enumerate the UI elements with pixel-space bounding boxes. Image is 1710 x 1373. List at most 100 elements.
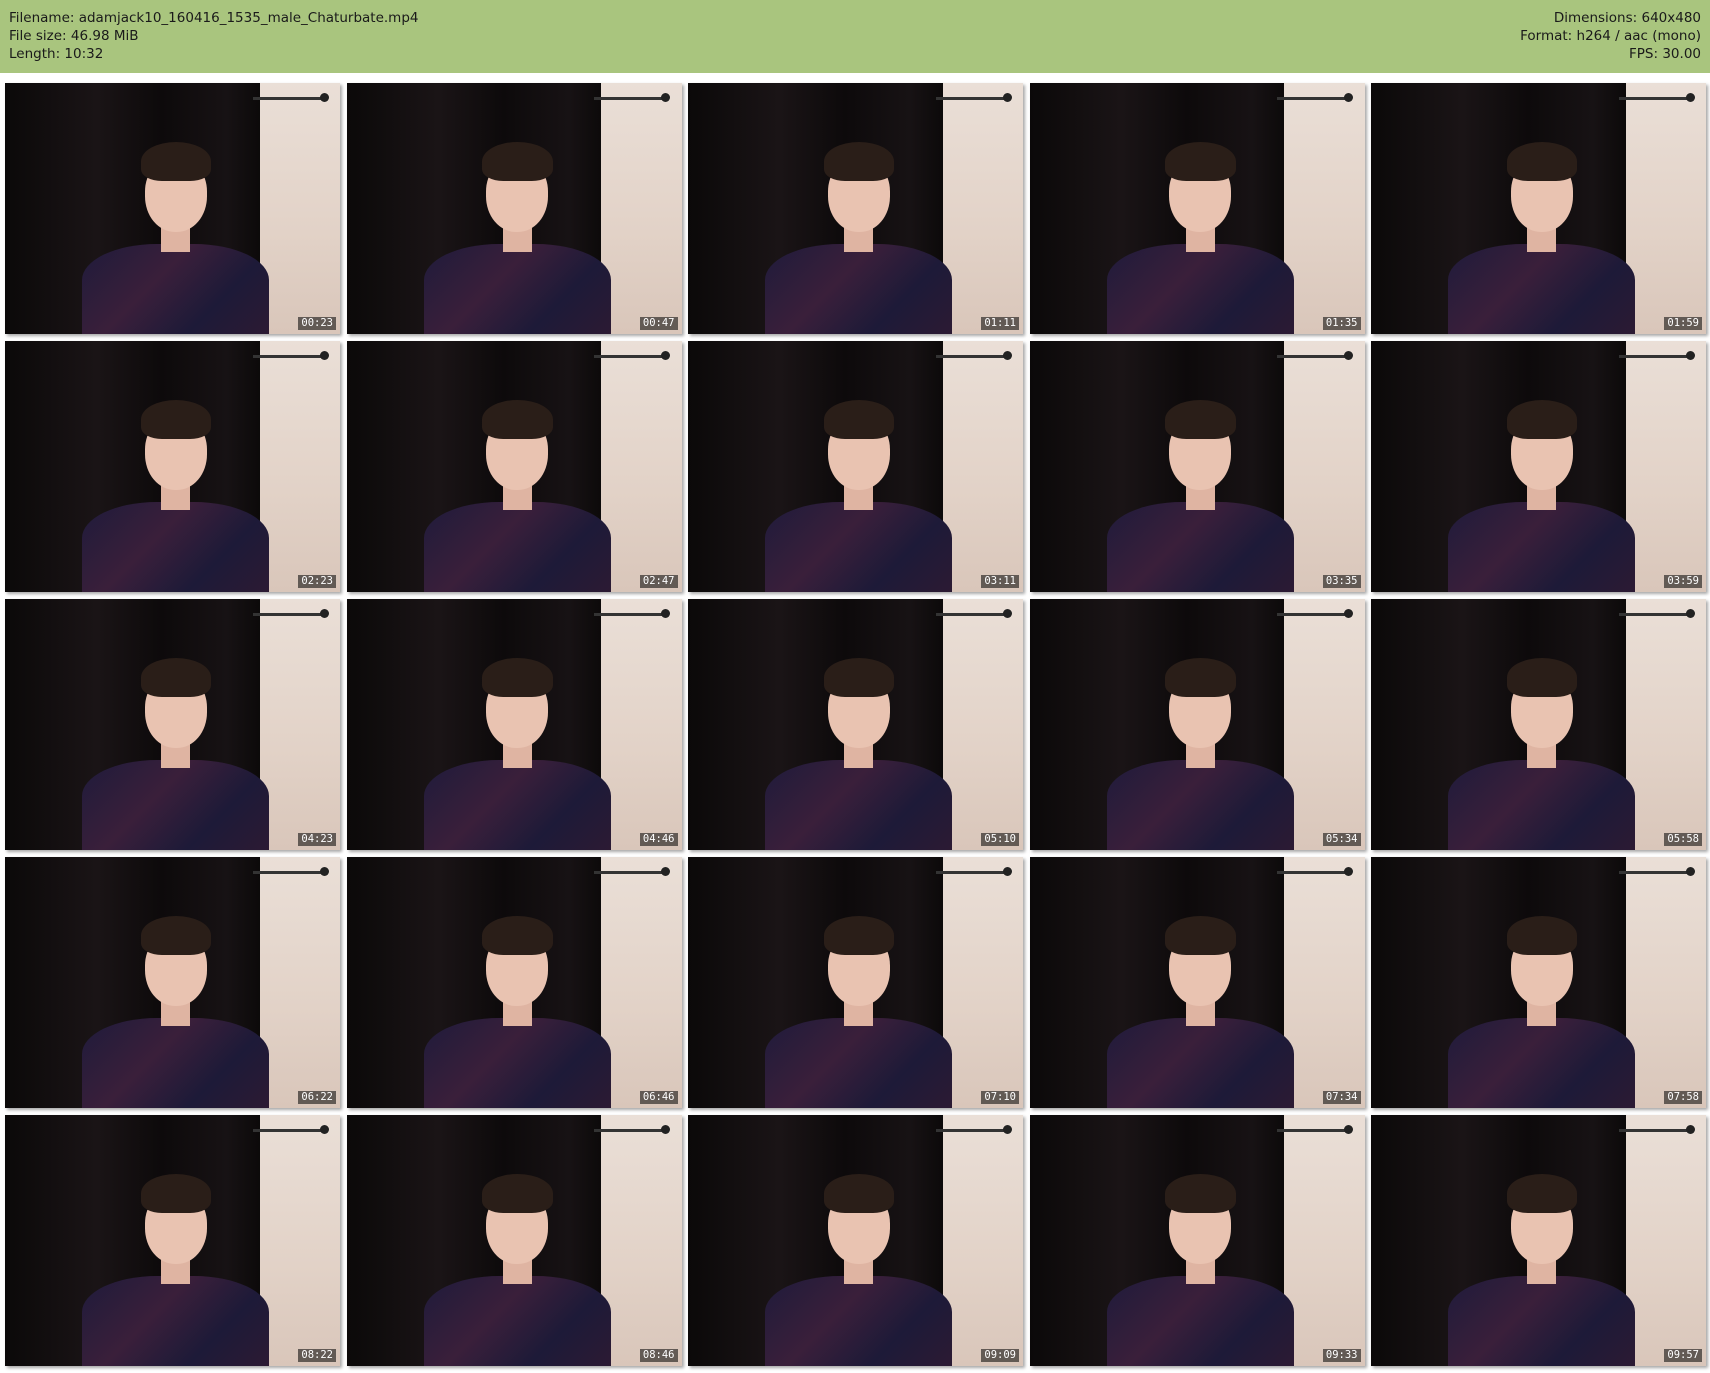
curtain-rod xyxy=(935,1125,1012,1134)
person-shirt xyxy=(1448,759,1636,850)
curtain-rod xyxy=(594,867,670,876)
curtain-rod xyxy=(935,609,1012,618)
dimensions-text: Dimensions: 640x480 xyxy=(1553,10,1701,26)
curtain-rod xyxy=(1277,1125,1353,1134)
thumbnail-timestamp: 07:58 xyxy=(1664,1091,1702,1104)
person-hair xyxy=(482,916,553,956)
person-shirt xyxy=(765,243,953,334)
video-thumbnail[interactable]: 02:23 xyxy=(5,341,340,592)
video-frame-image xyxy=(1029,599,1365,850)
person-shirt xyxy=(423,243,611,334)
curtain-rod xyxy=(1618,93,1695,102)
thumbnail-timestamp: 04:46 xyxy=(639,833,678,846)
video-thumbnail[interactable]: 07:34 xyxy=(1029,857,1365,1108)
person-shirt xyxy=(1106,501,1294,592)
video-frame-image xyxy=(1371,857,1706,1108)
person-hair xyxy=(823,916,895,956)
video-thumbnail[interactable]: 00:47 xyxy=(346,83,682,334)
video-thumbnail[interactable]: 05:58 xyxy=(1371,599,1706,850)
person-shirt xyxy=(82,1275,270,1366)
person-hair xyxy=(140,1174,212,1214)
video-frame-image xyxy=(1029,1115,1365,1366)
video-thumbnail[interactable]: 03:35 xyxy=(1029,341,1365,592)
person-hair xyxy=(823,400,895,440)
curtain-rod xyxy=(1618,351,1695,360)
video-frame-image xyxy=(688,599,1023,850)
video-thumbnail[interactable]: 00:23 xyxy=(5,83,340,334)
video-thumbnail[interactable]: 07:58 xyxy=(1371,857,1706,1108)
person-figure xyxy=(1438,654,1646,850)
person-shirt xyxy=(1106,1275,1294,1366)
video-thumbnail[interactable]: 03:11 xyxy=(688,341,1023,592)
person-hair xyxy=(482,400,553,440)
video-thumbnail[interactable]: 05:10 xyxy=(688,599,1023,850)
person-shirt xyxy=(1448,501,1636,592)
thumbnail-timestamp: 01:35 xyxy=(1322,317,1361,330)
thumbnail-timestamp: 05:10 xyxy=(981,833,1019,846)
thumbnail-timestamp: 09:57 xyxy=(1664,1349,1702,1362)
person-hair xyxy=(482,1174,553,1214)
video-thumbnail[interactable]: 04:46 xyxy=(346,599,682,850)
person-hair xyxy=(1506,142,1578,182)
thumbnail-timestamp: 09:09 xyxy=(981,1349,1019,1362)
video-thumbnail[interactable]: 04:23 xyxy=(5,599,340,850)
file-info-left: Filename: adamjack10_160416_1535_male_Ch… xyxy=(9,9,419,63)
video-thumbnail[interactable]: 09:09 xyxy=(688,1115,1023,1366)
fps-text: FPS: 30.00 xyxy=(1629,46,1701,62)
curtain-rod xyxy=(1618,609,1695,618)
curtain-rod xyxy=(594,1125,670,1134)
video-thumbnail[interactable]: 01:35 xyxy=(1029,83,1365,334)
person-hair xyxy=(140,400,212,440)
video-thumbnail[interactable]: 09:33 xyxy=(1029,1115,1365,1366)
person-shirt xyxy=(82,243,270,334)
person-shirt xyxy=(423,1275,611,1366)
video-thumbnail[interactable]: 05:34 xyxy=(1029,599,1365,850)
thumbnail-timestamp: 09:33 xyxy=(1322,1349,1361,1362)
video-thumbnail[interactable]: 01:59 xyxy=(1371,83,1706,334)
video-frame-image xyxy=(1029,341,1365,592)
person-hair xyxy=(1165,916,1236,956)
video-thumbnail[interactable]: 02:47 xyxy=(346,341,682,592)
person-shirt xyxy=(423,501,611,592)
curtain-rod xyxy=(1277,867,1353,876)
curtain-rod xyxy=(935,867,1012,876)
video-frame-image xyxy=(5,341,340,592)
video-frame-image xyxy=(1371,341,1706,592)
video-thumbnail[interactable]: 06:46 xyxy=(346,857,682,1108)
thumbnail-timestamp: 07:34 xyxy=(1322,1091,1361,1104)
video-thumbnail[interactable]: 06:22 xyxy=(5,857,340,1108)
video-frame-image xyxy=(346,599,682,850)
thumbnail-timestamp: 01:11 xyxy=(981,317,1019,330)
person-figure xyxy=(72,138,280,334)
person-figure xyxy=(755,1170,963,1366)
thumbnail-timestamp: 06:22 xyxy=(298,1091,336,1104)
video-thumbnail[interactable]: 07:10 xyxy=(688,857,1023,1108)
thumbnail-timestamp: 08:22 xyxy=(298,1349,336,1362)
video-frame-image xyxy=(346,341,682,592)
person-figure xyxy=(414,138,622,334)
person-hair xyxy=(482,142,553,182)
person-figure xyxy=(1438,138,1646,334)
video-thumbnail[interactable]: 01:11 xyxy=(688,83,1023,334)
curtain-rod xyxy=(594,351,670,360)
thumbnail-grid: 00:23 00:47 01:11 01:35 01:59 02:23 02:47 03:11… xyxy=(0,83,1710,1366)
person-hair xyxy=(823,142,895,182)
person-hair xyxy=(140,142,212,182)
video-thumbnail[interactable]: 08:22 xyxy=(5,1115,340,1366)
person-shirt xyxy=(765,1017,953,1108)
person-figure xyxy=(72,396,280,592)
video-frame-image xyxy=(346,1115,682,1366)
video-thumbnail[interactable]: 08:46 xyxy=(346,1115,682,1366)
video-thumbnail[interactable]: 09:57 xyxy=(1371,1115,1706,1366)
thumbnail-timestamp: 08:46 xyxy=(639,1349,678,1362)
thumbnail-timestamp: 05:58 xyxy=(1664,833,1702,846)
video-frame-image xyxy=(5,599,340,850)
thumbnail-timestamp: 02:47 xyxy=(639,575,678,588)
person-figure xyxy=(755,138,963,334)
filename-text: Filename: adamjack10_160416_1535_male_Ch… xyxy=(9,10,419,26)
person-shirt xyxy=(1106,759,1294,850)
person-figure xyxy=(414,654,622,850)
person-figure xyxy=(1438,396,1646,592)
curtain-rod xyxy=(1618,867,1695,876)
video-thumbnail[interactable]: 03:59 xyxy=(1371,341,1706,592)
